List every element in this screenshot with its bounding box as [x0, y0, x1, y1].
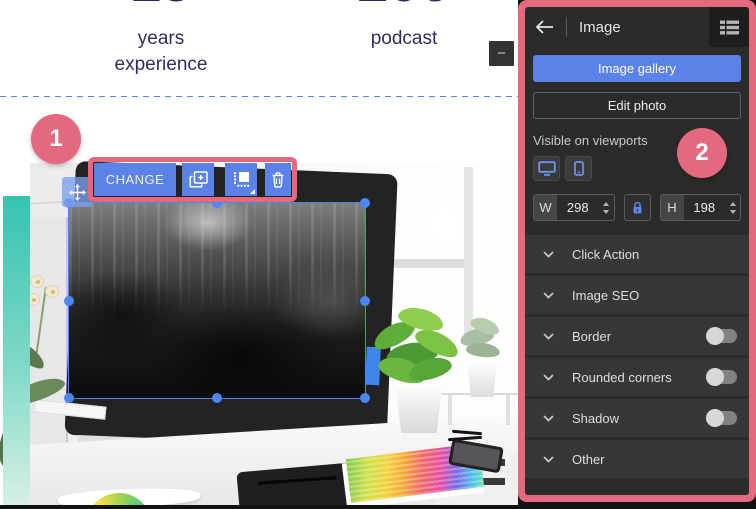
section-shadow[interactable]: Shadow	[525, 399, 749, 437]
photo-window-bar	[464, 167, 473, 337]
border-toggle-off[interactable]	[707, 329, 737, 343]
settings-panel-callout-frame: Image Image gallery Edit photo Visible o…	[518, 0, 756, 502]
toolbar-gap	[257, 163, 265, 196]
settings-sections: Click Action Image SEO Border Rounded co…	[525, 235, 749, 478]
delete-image-button[interactable]	[265, 163, 291, 196]
section-image-seo[interactable]: Image SEO	[525, 276, 749, 314]
stat-number-podcast: 200	[340, 0, 468, 10]
image-gallery-button[interactable]: Image gallery	[533, 55, 741, 82]
photo-smartphone-screen	[452, 442, 501, 470]
section-label: Click Action	[572, 247, 639, 262]
submenu-corner-marker	[250, 189, 255, 194]
section-label: Rounded corners	[572, 370, 672, 385]
add-image-icon	[189, 171, 208, 188]
photo-plant-pot-small	[466, 363, 498, 397]
move-arrows-icon	[69, 184, 86, 201]
teal-gradient-strip	[3, 196, 30, 505]
layers-menu-button[interactable]	[709, 7, 749, 47]
desktop-icon	[538, 161, 556, 176]
width-steppers	[599, 195, 614, 220]
step-down-icon[interactable]	[603, 210, 609, 214]
trash-icon	[271, 172, 285, 188]
aspect-lock-button[interactable]	[624, 194, 651, 221]
size-controls-row: W H	[533, 194, 741, 221]
step-down-icon[interactable]	[730, 210, 736, 214]
list-menu-icon	[720, 20, 739, 35]
chevron-down-icon	[543, 415, 554, 422]
height-steppers	[725, 195, 740, 220]
shadow-toggle-off[interactable]	[707, 411, 737, 425]
photo-orchid-flower	[45, 285, 59, 298]
resize-handle-left[interactable]	[64, 296, 74, 306]
chevron-down-icon	[543, 333, 554, 340]
stat-number-years: 15	[100, 0, 222, 10]
width-input[interactable]	[557, 195, 599, 220]
add-image-button[interactable]	[182, 163, 214, 196]
height-input[interactable]	[684, 195, 726, 220]
back-arrow-icon	[535, 20, 554, 34]
section-other[interactable]: Other	[525, 440, 749, 478]
image-toolbar: CHANGE	[94, 163, 291, 196]
width-label: W	[534, 195, 557, 220]
chevron-down-icon	[543, 456, 554, 463]
photo-orchid-flower	[30, 275, 44, 288]
resize-handle-right[interactable]	[360, 296, 370, 306]
photo-table-leg	[506, 395, 510, 425]
width-input-group: W	[533, 194, 615, 221]
toggle-knob	[706, 409, 724, 427]
chevron-down-icon	[543, 292, 554, 299]
step-up-icon[interactable]	[603, 202, 609, 206]
hero-stats-section: 15 years experience 200 podcast −	[0, 0, 518, 96]
photo-left-monitor	[30, 217, 68, 462]
resize-handle-top-right[interactable]	[360, 198, 370, 208]
section-rounded-corners[interactable]: Rounded corners	[525, 358, 749, 396]
viewport-mobile-button[interactable]	[565, 156, 592, 181]
minus-icon: −	[497, 45, 506, 62]
callout-badge-1: 1	[31, 114, 81, 164]
section-label: Shadow	[572, 411, 619, 426]
toolbar-callout-frame: CHANGE	[88, 157, 297, 202]
mobile-icon	[574, 161, 584, 176]
toggle-knob	[706, 368, 724, 386]
section-label: Border	[572, 329, 611, 344]
toolbar-gap	[214, 163, 225, 196]
stat-label-podcast: podcast	[340, 26, 468, 52]
chevron-down-icon	[543, 374, 554, 381]
lock-icon	[631, 200, 644, 215]
change-image-button[interactable]: CHANGE	[94, 163, 176, 196]
stat-label-years: years experience	[100, 26, 222, 77]
resize-handle-bottom[interactable]	[212, 393, 222, 403]
panel-title: Image	[579, 19, 621, 36]
header-separator	[566, 17, 567, 37]
height-input-group: H	[660, 194, 742, 221]
resize-handle-bottom-left[interactable]	[64, 393, 74, 403]
position-button[interactable]	[225, 163, 257, 196]
height-label: H	[661, 195, 684, 220]
screen: 15 years experience 200 podcast −	[0, 0, 756, 509]
toggle-knob	[706, 327, 724, 345]
callout-badge-2: 2	[677, 128, 727, 178]
image-settings-panel: Image Image gallery Edit photo Visible o…	[525, 7, 749, 495]
panel-header: Image	[525, 7, 749, 47]
section-border[interactable]: Border	[525, 317, 749, 355]
collapse-section-button[interactable]: −	[489, 41, 514, 66]
section-label: Image SEO	[572, 288, 639, 303]
photo-plant-pot	[393, 383, 445, 433]
selected-image-element[interactable]	[68, 202, 366, 399]
rounded-corners-toggle-off[interactable]	[707, 370, 737, 384]
chevron-down-icon	[543, 251, 554, 258]
step-up-icon[interactable]	[730, 202, 736, 206]
back-button[interactable]	[535, 20, 554, 34]
next-section-dark-strip	[0, 505, 518, 509]
position-icon	[233, 171, 250, 188]
photo-window-bar	[392, 259, 464, 268]
resize-handle-bottom-right[interactable]	[360, 393, 370, 403]
section-label: Other	[572, 452, 605, 467]
viewport-desktop-button[interactable]	[533, 156, 560, 181]
selected-image-texture	[69, 203, 365, 316]
website-editor-canvas: 15 years experience 200 podcast −	[0, 0, 518, 509]
edit-photo-button[interactable]: Edit photo	[533, 92, 741, 119]
photo-table-leg	[448, 395, 452, 425]
section-click-action[interactable]: Click Action	[525, 235, 749, 273]
